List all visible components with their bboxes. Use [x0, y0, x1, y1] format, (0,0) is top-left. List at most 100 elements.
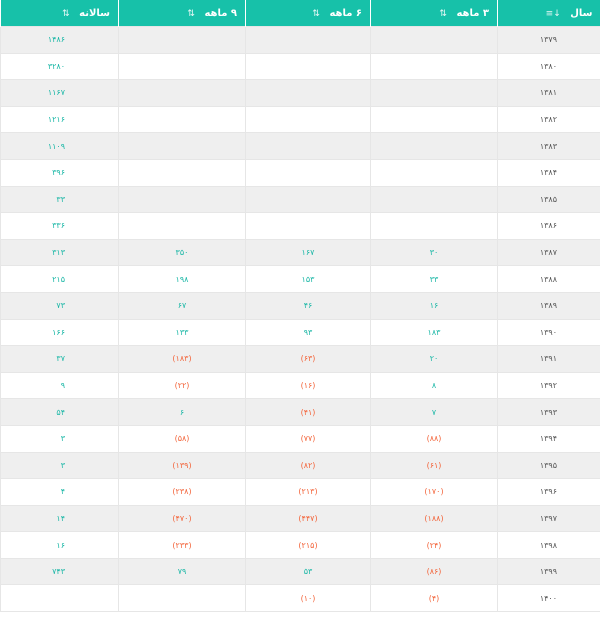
- cell-year: ۱۳۹۶: [497, 478, 600, 506]
- cell-annual: ۱۶: [0, 531, 119, 559]
- cell-9-month: (۲۳۸): [118, 478, 246, 506]
- cell-9-month: [118, 105, 246, 134]
- column-header-6-month[interactable]: ۶ ماهه ⇅: [245, 0, 371, 27]
- cell-annual: ۳۲۸۰: [0, 52, 119, 81]
- table-row: ۱۳۹۵ (۶۱) (۸۲) (۱۳۹) ۳: [0, 451, 600, 480]
- cell-9-month: (۱۳۹): [118, 451, 246, 480]
- cell-year: ۱۳۹۸: [497, 531, 600, 559]
- cell-6-month: ۵۳: [245, 557, 371, 586]
- column-header-label: سالانه: [79, 7, 110, 19]
- cell-6-month: (۱۶): [245, 371, 371, 400]
- cell-annual: ۹: [0, 371, 119, 400]
- cell-annual: ۳۷: [0, 345, 119, 373]
- cell-6-month: (۲۱۳): [245, 478, 371, 506]
- column-header-label: سال: [570, 7, 593, 19]
- cell-6-month: [245, 132, 371, 160]
- cell-6-month: ۱۵۳: [245, 265, 371, 293]
- cell-year: ۱۳۹۴: [497, 424, 600, 453]
- cell-year: ۱۳۹۳: [497, 398, 600, 426]
- column-header-3-month[interactable]: ۳ ماهه ⇅: [370, 0, 498, 27]
- cell-annual: ۱۱۶۷: [0, 79, 119, 107]
- sort-icon[interactable]: ⇅: [439, 9, 447, 19]
- column-header-9-month[interactable]: ۹ ماهه ⇅: [118, 0, 246, 27]
- column-header-year[interactable]: سال ↓≡: [497, 0, 600, 27]
- cell-annual: ۷۳: [0, 291, 119, 320]
- table-row: ۱۳۹۰ ۱۸۳ ۹۳ ۱۳۳ ۱۶۶: [0, 318, 600, 347]
- cell-6-month: [245, 52, 371, 81]
- sort-icon[interactable]: ⇅: [187, 9, 195, 19]
- cell-annual: ۱۴: [0, 504, 119, 533]
- cell-9-month: [118, 584, 246, 613]
- cell-6-month: ۱۶۷: [245, 238, 371, 267]
- cell-3-month: (۱۸۸): [370, 504, 498, 533]
- cell-9-month: ۶۷: [118, 291, 246, 320]
- earnings-table: سال ↓≡ ۳ ماهه ⇅ ۶ ماهه ⇅ ۹ ماهه ⇅ سالانه…: [0, 0, 600, 613]
- cell-3-month: [370, 212, 498, 240]
- cell-annual: ۳: [0, 451, 119, 480]
- cell-9-month: (۲۳۳): [118, 531, 246, 559]
- cell-annual: ۳۹۶: [0, 158, 119, 187]
- cell-6-month: (۴۱): [245, 398, 371, 426]
- cell-annual: ۳۳: [0, 185, 119, 214]
- cell-9-month: (۲۲): [118, 371, 246, 400]
- cell-9-month: [118, 158, 246, 187]
- cell-9-month: [118, 52, 246, 81]
- cell-annual: ۱۴۸۶: [0, 26, 119, 54]
- cell-9-month: (۵۸): [118, 424, 246, 453]
- cell-3-month: [370, 79, 498, 107]
- table-row: ۱۳۹۳ ۷ (۴۱) ۶ ۵۴: [0, 398, 600, 426]
- cell-9-month: ۶: [118, 398, 246, 426]
- cell-6-month: (۴۴۷): [245, 504, 371, 533]
- cell-3-month: ۱۶: [370, 291, 498, 320]
- sort-icon[interactable]: ⇅: [62, 9, 70, 19]
- cell-year: ۱۳۸۳: [497, 132, 600, 160]
- cell-3-month: [370, 158, 498, 187]
- cell-3-month: ۳۰: [370, 238, 498, 267]
- cell-year: ۱۳۸۵: [497, 185, 600, 214]
- cell-6-month: [245, 26, 371, 54]
- sort-icon[interactable]: ⇅: [312, 9, 320, 19]
- cell-3-month: [370, 132, 498, 160]
- cell-year: ۱۳۷۹: [497, 26, 600, 54]
- cell-9-month: [118, 185, 246, 214]
- cell-year: ۱۳۸۲: [497, 105, 600, 134]
- cell-year: ۱۳۸۷: [497, 238, 600, 267]
- column-header-label: ۹ ماهه: [204, 7, 237, 19]
- cell-6-month: [245, 212, 371, 240]
- cell-annual: ۷۴۳: [0, 557, 119, 586]
- table-row: ۱۳۸۶ ۳۳۶: [0, 212, 600, 240]
- table-row: ۱۳۸۸ ۳۳ ۱۵۳ ۱۹۸ ۲۱۵: [0, 265, 600, 293]
- cell-9-month: [118, 79, 246, 107]
- cell-year: ۱۳۸۸: [497, 265, 600, 293]
- cell-3-month: ۲۰: [370, 345, 498, 373]
- table-row: ۱۳۹۸ (۲۴) (۲۱۵) (۲۳۳) ۱۶: [0, 531, 600, 559]
- table-row: ۱۳۸۹ ۱۶ ۴۶ ۶۷ ۷۳: [0, 291, 600, 320]
- cell-9-month: [118, 26, 246, 54]
- cell-9-month: [118, 212, 246, 240]
- cell-year: ۱۳۸۴: [497, 158, 600, 187]
- sort-numeric-icon[interactable]: ↓≡: [546, 9, 561, 19]
- column-header-annual[interactable]: سالانه ⇅: [0, 0, 119, 27]
- cell-annual: ۵۴: [0, 398, 119, 426]
- table-row: ۱۳۸۳ ۱۱۰۹: [0, 132, 600, 160]
- column-header-label: ۶ ماهه: [329, 7, 362, 19]
- cell-annual: [0, 584, 119, 613]
- table-header-row: سال ↓≡ ۳ ماهه ⇅ ۶ ماهه ⇅ ۹ ماهه ⇅ سالانه…: [0, 0, 600, 27]
- cell-3-month: [370, 105, 498, 134]
- table-row: ۱۳۹۴ (۸۸) (۷۷) (۵۸) ۳: [0, 424, 600, 453]
- cell-9-month: [118, 132, 246, 160]
- cell-year: ۱۴۰۰: [497, 584, 600, 613]
- cell-3-month: (۶۱): [370, 451, 498, 480]
- table-row: ۱۴۰۰ (۴) (۱۰): [0, 584, 600, 613]
- cell-6-month: [245, 105, 371, 134]
- table-row: ۱۳۹۲ ۸ (۱۶) (۲۲) ۹: [0, 371, 600, 400]
- table-row: ۱۳۸۴ ۳۹۶: [0, 158, 600, 187]
- table-row: ۱۳۹۶ (۱۷۰) (۲۱۳) (۲۳۸) ۴: [0, 478, 600, 506]
- cell-6-month: (۷۷): [245, 424, 371, 453]
- cell-year: ۱۳۸۱: [497, 79, 600, 107]
- cell-6-month: [245, 185, 371, 214]
- cell-annual: ۱۶۶: [0, 318, 119, 347]
- cell-year: ۱۳۸۰: [497, 52, 600, 81]
- cell-9-month: (۴۷۰): [118, 504, 246, 533]
- cell-6-month: (۱۰): [245, 584, 371, 613]
